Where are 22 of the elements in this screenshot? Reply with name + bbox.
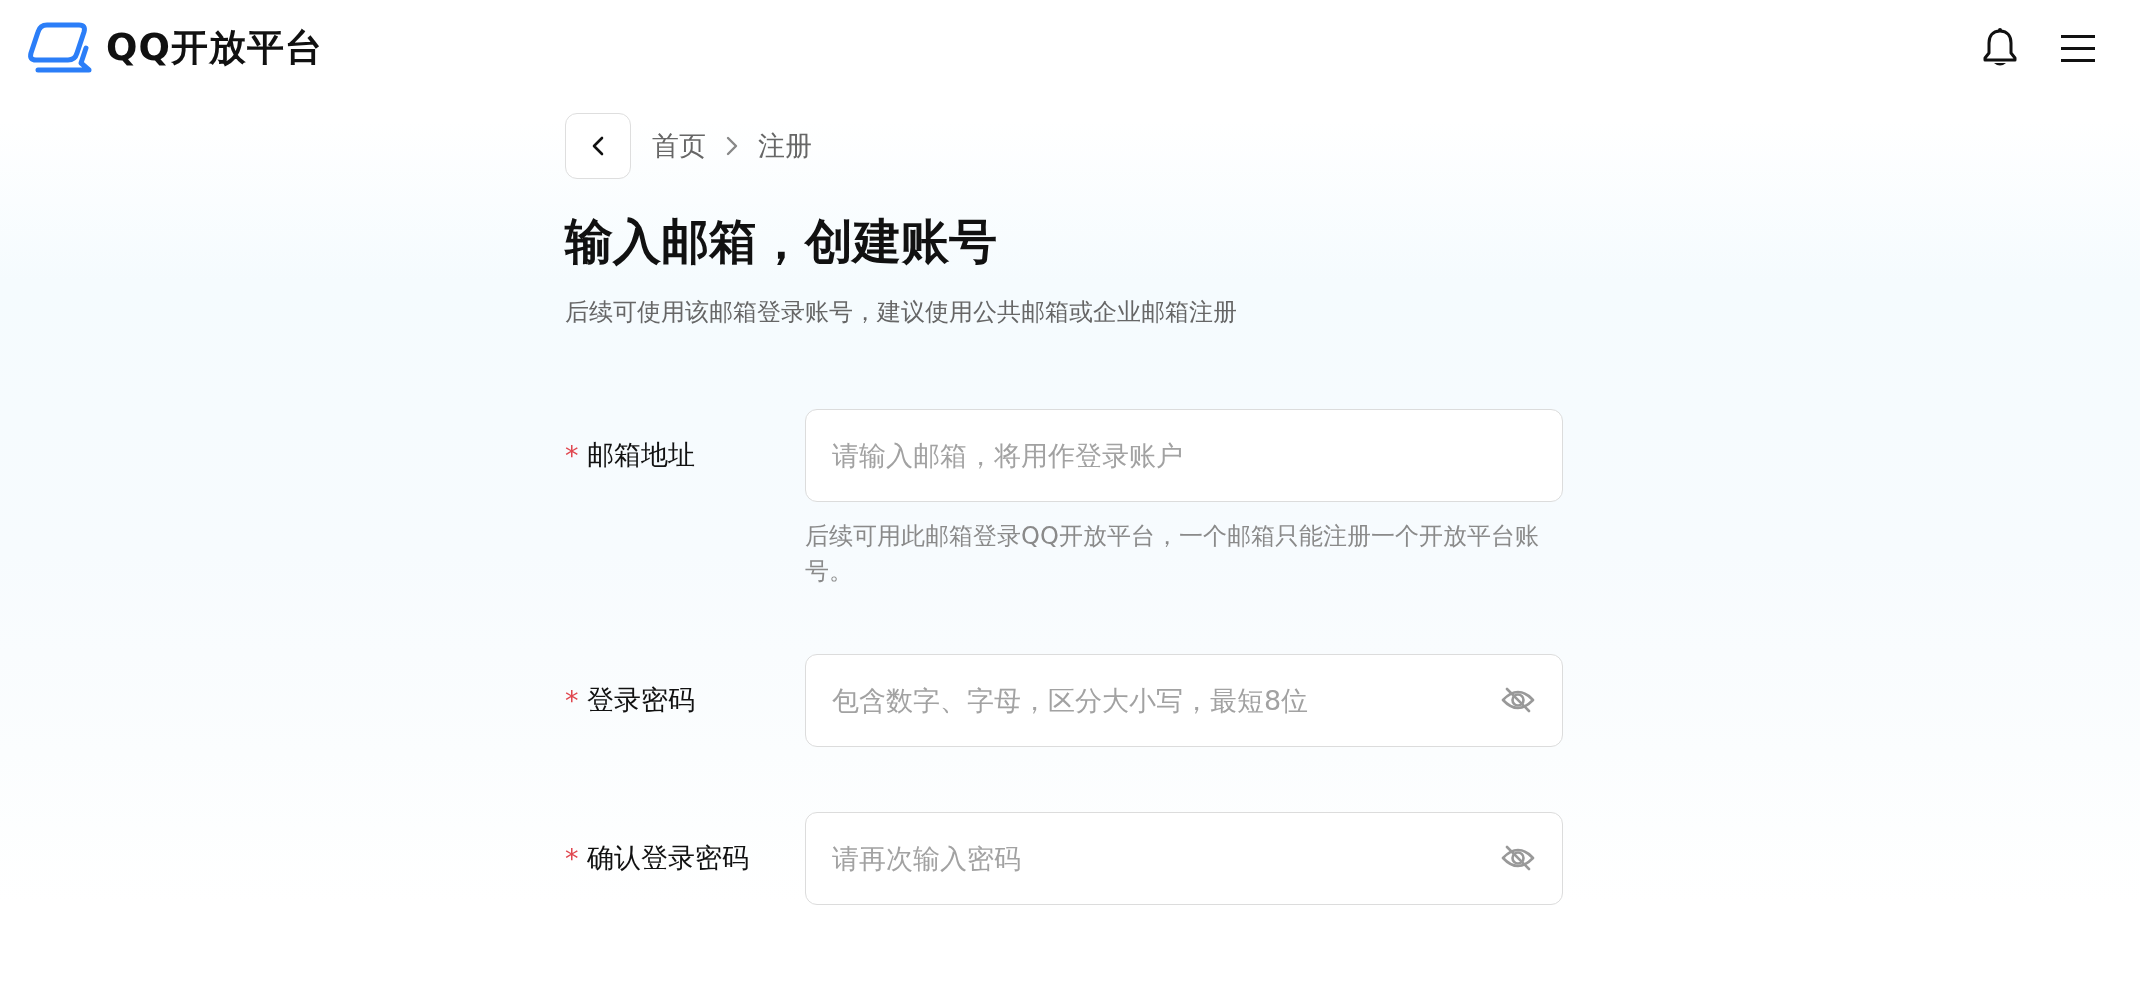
eye-slash-icon[interactable]: [1501, 685, 1535, 714]
page-subtitle: 后续可使用该邮箱登录账号，建议使用公共邮箱或企业邮箱注册: [565, 296, 1237, 328]
current-page-label: 注册: [758, 129, 812, 163]
field-label: 邮箱地址: [586, 438, 695, 473]
password-input-field[interactable]: 请再次输入密码: [805, 811, 1563, 905]
chevron-left-icon: [592, 136, 604, 156]
required-mark: *: [565, 842, 579, 874]
field-label: 确认登录密码: [586, 841, 749, 876]
email-input-field[interactable]: 请输入邮箱，将用作登录账户: [805, 408, 1563, 502]
menu-icon: [2061, 34, 2095, 62]
field-label: 登录密码: [586, 683, 695, 718]
logo-icon: [26, 22, 92, 74]
page-title: 输入邮箱，创建账号: [565, 213, 997, 271]
menu-button[interactable]: [2061, 34, 2095, 62]
required-mark: *: [565, 684, 579, 716]
field-help-text: 后续可用此邮箱登录QQ开放平台，一个邮箱只能注册一个开放平台账号。: [805, 520, 1540, 587]
logo-text: QQ开放平台: [106, 25, 323, 71]
password-input-field[interactable]: 包含数字、字母，区分大小写，最短8位: [805, 653, 1563, 747]
breadcrumb-link[interactable]: 首页: [652, 128, 706, 164]
required-mark: *: [565, 439, 579, 471]
eye-slash-icon[interactable]: [1501, 843, 1535, 872]
chevron-right-icon: [726, 136, 738, 156]
